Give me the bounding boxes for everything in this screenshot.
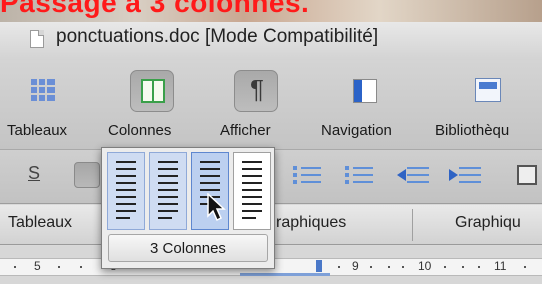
toolbar-navigation-button[interactable]: Navigation bbox=[310, 60, 430, 150]
two-columns-option[interactable] bbox=[149, 152, 187, 230]
toolbar-label: Afficher bbox=[220, 122, 271, 139]
ruler-number: 11 bbox=[494, 259, 507, 273]
columns-caption: 3 Colonnes bbox=[108, 234, 268, 262]
numbered-list-icon[interactable] bbox=[293, 165, 321, 185]
ruler-tick bbox=[338, 266, 340, 268]
ruler-tick bbox=[524, 266, 526, 268]
window-titlebar: ponctuations.doc [Mode Compatibilité] bbox=[0, 22, 542, 60]
ruler-indent-marker[interactable] bbox=[316, 260, 322, 272]
toolbar: Tableaux Colonnes ¶ Afficher Navigation … bbox=[0, 60, 542, 150]
bulleted-list-icon[interactable] bbox=[345, 165, 373, 185]
tab-tableaux[interactable]: Tableaux bbox=[8, 214, 72, 232]
ruler-tick bbox=[14, 266, 16, 268]
ruler-tick bbox=[402, 266, 404, 268]
ruler-tick bbox=[80, 266, 82, 268]
toolbar-label: Navigation bbox=[321, 122, 392, 139]
toolbar-label: Bibliothèqu bbox=[435, 122, 510, 139]
ruler-margin-shade bbox=[240, 273, 330, 276]
navigation-pane-icon bbox=[353, 79, 377, 103]
table-grid-icon bbox=[31, 79, 55, 101]
four-columns-option[interactable] bbox=[233, 152, 271, 230]
one-column-option[interactable] bbox=[107, 152, 145, 230]
ruler-number: 5 bbox=[34, 259, 41, 273]
ruler-number: 10 bbox=[418, 259, 432, 273]
toolbar-label: Colonnes bbox=[108, 122, 172, 139]
ruler-tick bbox=[478, 266, 480, 268]
banner-title: Passage à 3 colonnes. bbox=[0, 0, 310, 18]
toolbar-bibliotheque-button[interactable]: Bibliothèqu bbox=[430, 60, 542, 150]
mouse-pointer-icon bbox=[207, 193, 226, 222]
columns-dropdown: 3 Colonnes bbox=[101, 147, 275, 269]
ruler-tick bbox=[58, 266, 60, 268]
tab-separator bbox=[412, 209, 413, 241]
toolbar-afficher-button[interactable]: ¶ Afficher bbox=[210, 60, 310, 150]
ruler-tick bbox=[370, 266, 372, 268]
decrease-indent-icon[interactable] bbox=[397, 164, 429, 186]
ruler-number: 9 bbox=[352, 259, 359, 273]
banner: Passage à 3 colonnes. bbox=[0, 0, 542, 22]
columns-icon bbox=[141, 79, 165, 103]
window-title: ponctuations.doc [Mode Compatibilité] bbox=[56, 26, 379, 47]
toolbar-tableaux-button[interactable]: Tableaux bbox=[0, 60, 100, 150]
border-icon[interactable] bbox=[517, 165, 537, 185]
columns-caption-label: 3 Colonnes bbox=[150, 240, 226, 257]
toolbar-colonnes-button[interactable]: Colonnes bbox=[100, 60, 210, 150]
strikethrough-button[interactable]: S bbox=[28, 163, 40, 184]
media-library-icon bbox=[475, 78, 501, 102]
highlight-button[interactable] bbox=[74, 162, 100, 188]
toolbar-label: Tableaux bbox=[7, 122, 68, 139]
tab-graphiques[interactable]: raphiques bbox=[276, 214, 346, 232]
ruler-tick bbox=[462, 266, 464, 268]
increase-indent-icon[interactable] bbox=[449, 164, 481, 186]
document-icon bbox=[30, 30, 44, 48]
pilcrow-icon: ¶ bbox=[250, 74, 264, 104]
ruler-tick bbox=[388, 266, 390, 268]
tab-graphiques-2[interactable]: Graphiqu bbox=[455, 214, 521, 232]
ruler-tick bbox=[444, 266, 446, 268]
